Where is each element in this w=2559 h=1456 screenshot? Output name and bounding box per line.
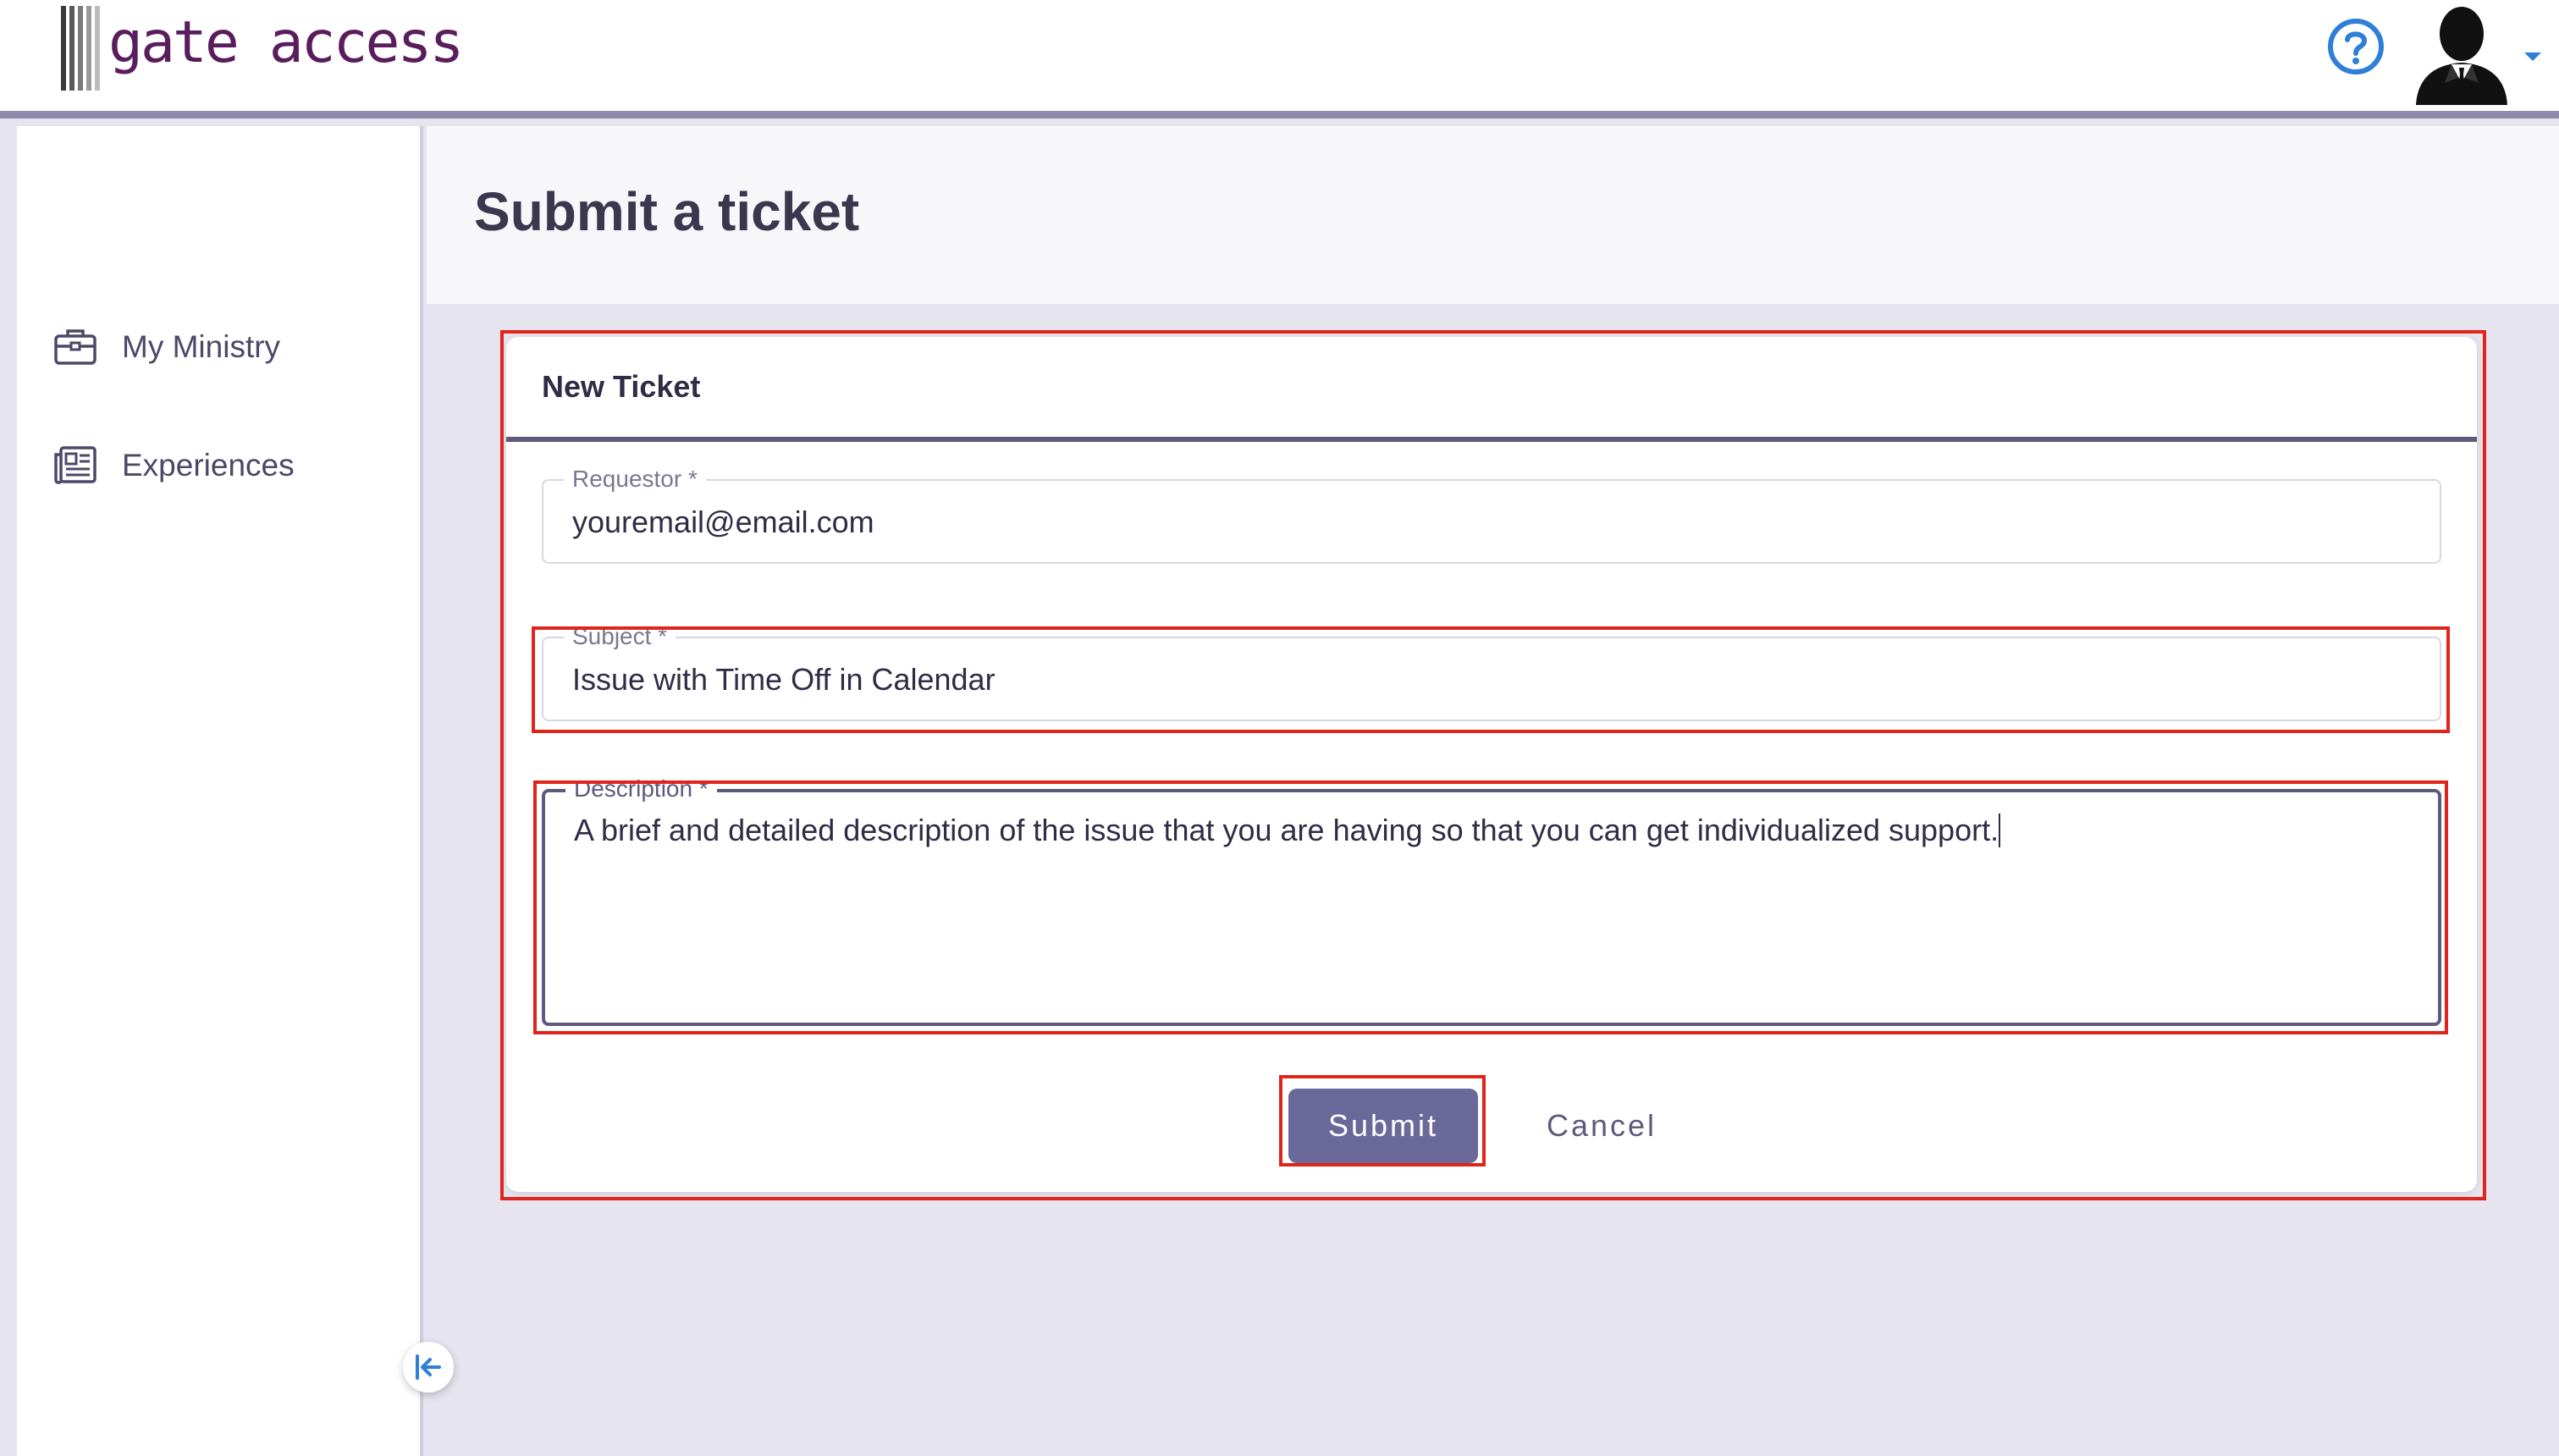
text-cursor: [1999, 813, 2001, 847]
logo-text: gate access: [108, 8, 464, 76]
sidebar: My Ministry Experiences: [17, 126, 423, 1456]
description-textarea[interactable]: A brief and detailed description of the …: [574, 811, 2402, 850]
briefcase-icon: [54, 329, 97, 365]
sidebar-item-label: Experiences: [122, 448, 295, 483]
requestor-input[interactable]: [572, 505, 2401, 540]
collapse-left-icon: [416, 1354, 441, 1380]
help-icon[interactable]: [2326, 17, 2385, 76]
app-logo[interactable]: gate access: [61, 5, 464, 91]
top-header: gate access: [0, 0, 2559, 119]
description-text: A brief and detailed description of the …: [574, 813, 1999, 847]
card-header: New Ticket: [506, 337, 2477, 442]
sidebar-collapse-button[interactable]: [403, 1342, 454, 1393]
new-ticket-card: New Ticket Requestor * Subject * Descrip…: [506, 337, 2477, 1192]
subject-label: Subject *: [564, 621, 676, 652]
subject-field[interactable]: Subject *: [542, 621, 2441, 721]
submit-button[interactable]: Submit: [1288, 1089, 1478, 1163]
user-avatar-icon[interactable]: [2411, 2, 2512, 105]
logo-bars-icon: [61, 6, 103, 91]
description-label: Description *: [565, 774, 717, 804]
newspaper-icon: [54, 446, 97, 484]
account-menu-chevron-down-icon[interactable]: [2521, 49, 2545, 64]
requestor-field[interactable]: Requestor *: [542, 464, 2441, 564]
subject-input[interactable]: [572, 662, 2401, 698]
requestor-label: Requestor *: [564, 464, 706, 494]
cancel-button[interactable]: Cancel: [1522, 1089, 1681, 1163]
page-header: Submit a ticket: [427, 126, 2559, 304]
sidebar-item-experiences[interactable]: Experiences: [52, 443, 295, 488]
card-title: New Ticket: [542, 369, 701, 404]
sidebar-item-label: My Ministry: [122, 329, 281, 364]
description-field[interactable]: Description * A brief and detailed descr…: [542, 774, 2441, 1026]
page-title: Submit a ticket: [474, 181, 860, 242]
sidebar-item-my-ministry[interactable]: My Ministry: [52, 324, 280, 370]
